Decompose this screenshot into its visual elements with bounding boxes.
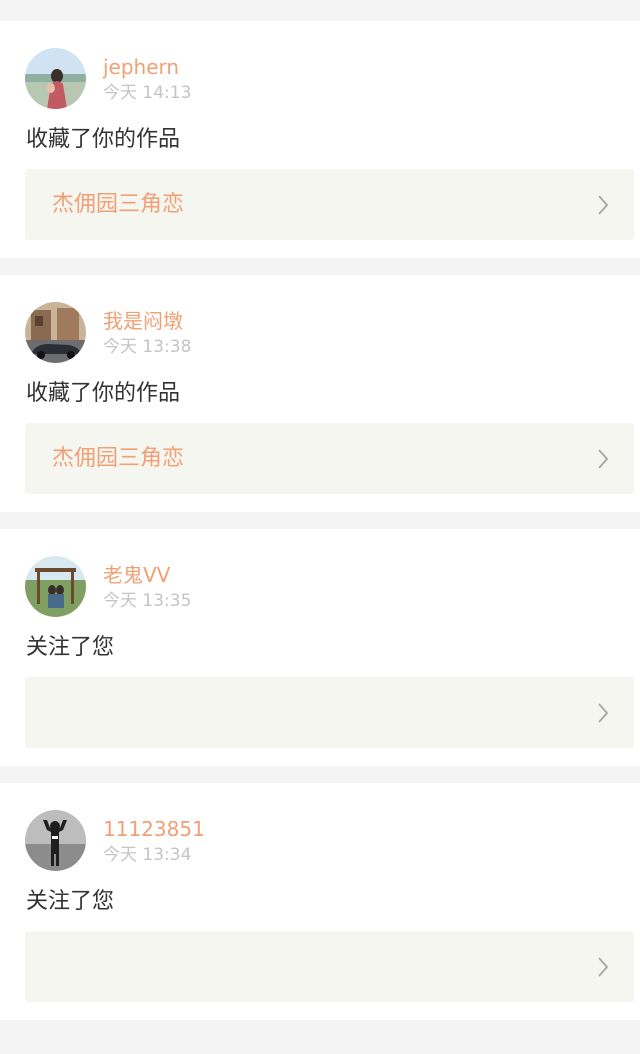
action-text: 收藏了你的作品 [26, 381, 181, 406]
work-link[interactable] [25, 931, 634, 1002]
timestamp: 今天 13:34 [103, 845, 192, 865]
notification-card: 我是闷墩 今天 13:38 收藏了你的作品 杰佣园三角恋 [0, 275, 640, 512]
chevron-right-icon [598, 703, 609, 723]
avatar[interactable] [25, 810, 86, 871]
chevron-right-icon [598, 449, 609, 469]
username[interactable]: 我是闷墩 [103, 309, 183, 333]
timestamp: 今天 13:35 [103, 591, 192, 611]
work-link[interactable] [25, 677, 634, 748]
action-text: 关注了您 [26, 889, 115, 914]
action-text: 关注了您 [26, 635, 115, 660]
work-title: 杰佣园三角恋 [52, 192, 185, 217]
work-title: 杰佣园三角恋 [52, 446, 185, 471]
notification-feed: jephern 今天 14:13 收藏了你的作品 杰佣园三角恋 我是闷墩 今天 [0, 0, 640, 1054]
avatar[interactable] [25, 48, 86, 109]
notification-card: jephern 今天 14:13 收藏了你的作品 杰佣园三角恋 [0, 21, 640, 258]
timestamp: 今天 13:38 [103, 337, 192, 357]
avatar[interactable] [25, 556, 86, 617]
action-text: 收藏了你的作品 [26, 127, 181, 152]
chevron-right-icon [598, 195, 609, 215]
work-link[interactable]: 杰佣园三角恋 [25, 423, 634, 494]
timestamp: 今天 14:13 [103, 83, 192, 103]
work-link[interactable]: 杰佣园三角恋 [25, 169, 634, 240]
avatar[interactable] [25, 302, 86, 363]
username[interactable]: jephern [103, 55, 179, 79]
notification-card: 11123851 今天 13:34 关注了您 [0, 783, 640, 1020]
username[interactable]: 11123851 [103, 817, 205, 841]
notification-card: 老鬼VV 今天 13:35 关注了您 [0, 529, 640, 766]
username[interactable]: 老鬼VV [103, 563, 170, 587]
chevron-right-icon [598, 957, 609, 977]
